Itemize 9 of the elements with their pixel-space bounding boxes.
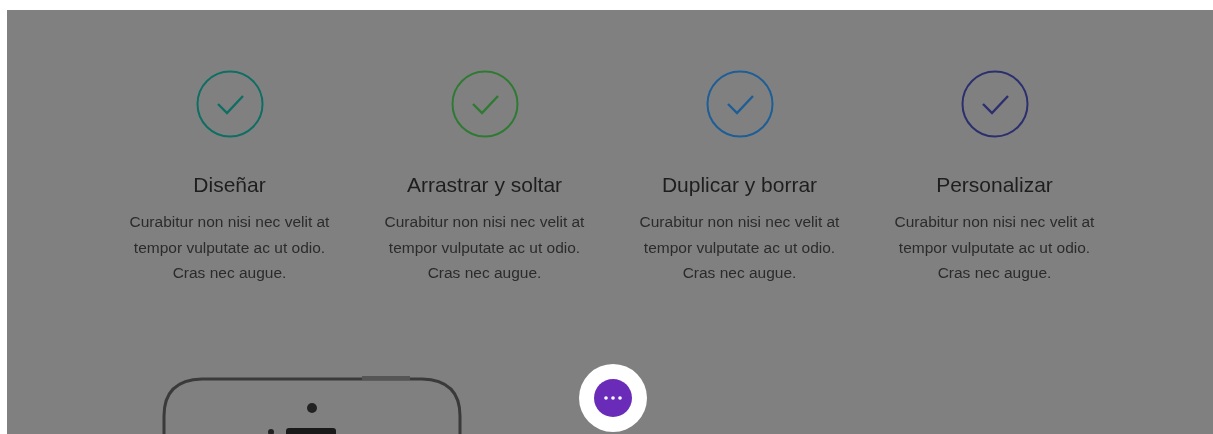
feature-description: Curabitur non nisi nec velit at tempor vulputate ac ut odio. Cras nec augue. — [128, 212, 331, 283]
feature-description: Curabitur non nisi nec velit at tempor vulputate ac ut odio. Cras nec augue. — [893, 212, 1096, 283]
ellipsis-icon — [594, 379, 632, 417]
feature-title: Diseñar — [193, 173, 266, 197]
feature-title: Personalizar — [936, 173, 1053, 197]
feature-description: Curabitur non nisi nec velit at tempor vulputate ac ut odio. Cras nec augue. — [638, 212, 841, 283]
feature-description: Curabitur non nisi nec velit at tempor vulputate ac ut odio. Cras nec augue. — [383, 212, 586, 283]
feature-title: Arrastrar y soltar — [406, 173, 563, 197]
feature-title: Duplicar y borrar — [661, 173, 818, 197]
